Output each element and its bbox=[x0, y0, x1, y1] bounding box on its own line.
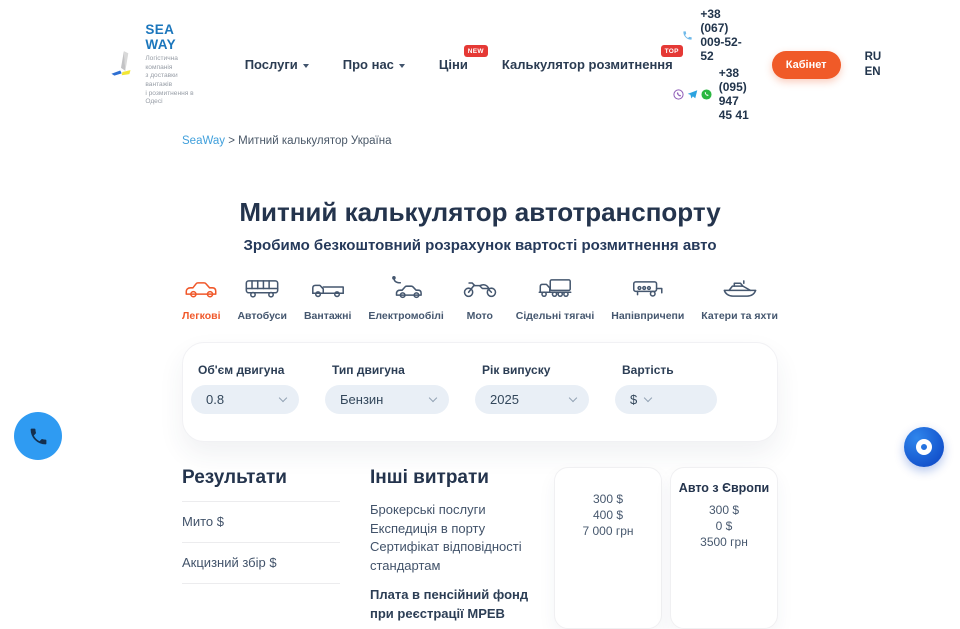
tab-boats-yachts[interactable]: Катери та яхти bbox=[701, 275, 778, 322]
telegram-icon[interactable] bbox=[687, 89, 698, 100]
logo-mark-icon bbox=[110, 45, 136, 85]
chevron-down-icon bbox=[279, 394, 287, 402]
main-nav: Послуги Про нас Ціни NEW Калькулятор роз… bbox=[245, 57, 673, 72]
vehicle-type-tabs: Легкові Автобуси Вантажні Електромобілі bbox=[182, 275, 778, 322]
chat-bubble-icon bbox=[916, 439, 932, 455]
chevron-down-icon bbox=[399, 64, 405, 68]
car-icon bbox=[182, 275, 220, 301]
engine-type-select[interactable]: Бензин bbox=[325, 385, 449, 414]
logo-title: SEA WAY bbox=[145, 22, 194, 52]
field-year: Рік випуску 2025 bbox=[475, 363, 589, 414]
phone-link-1[interactable]: +38 (067) 009-52-52 bbox=[673, 7, 752, 63]
price-card-europe: Авто з Європи 300 $ 0 $ 3500 грн bbox=[670, 467, 778, 629]
year-select[interactable]: 2025 bbox=[475, 385, 589, 414]
chevron-down-icon bbox=[569, 394, 577, 402]
tab-trucks[interactable]: Вантажні bbox=[304, 275, 351, 322]
tab-electric-cars[interactable]: Електромобілі bbox=[368, 275, 444, 322]
electric-car-icon bbox=[387, 275, 425, 301]
phone-icon bbox=[682, 30, 693, 41]
price-value: 7 000 грн bbox=[555, 523, 661, 539]
viber-icon[interactable] bbox=[673, 89, 684, 100]
page-subtitle: Зробимо безкоштовний розрахунок вартості… bbox=[0, 237, 960, 254]
field-engine-type: Тип двигуна Бензин bbox=[325, 363, 449, 414]
whatsapp-icon[interactable] bbox=[701, 89, 712, 100]
tab-buses[interactable]: Автобуси bbox=[237, 275, 287, 322]
lang-en[interactable]: EN bbox=[865, 65, 882, 80]
field-label: Об'єм двигуна bbox=[198, 363, 299, 377]
cost-item: Сертифікат відповідності стандартам bbox=[370, 538, 542, 575]
breadcrumb-current: Митний калькулятор Україна bbox=[238, 135, 391, 147]
results-title: Результати bbox=[182, 467, 340, 489]
price-value: 300 $ bbox=[671, 502, 777, 518]
other-costs-column: Інші витрати Брокерські послуги Експедиц… bbox=[370, 467, 542, 629]
phone-link-2[interactable]: +38 (095) 947 45 41 bbox=[673, 66, 752, 122]
field-label: Тип двигуна bbox=[332, 363, 449, 377]
field-price: Вартість $ bbox=[615, 363, 717, 414]
nav-item-services[interactable]: Послуги bbox=[245, 57, 309, 72]
nav-item-about[interactable]: Про нас bbox=[343, 57, 405, 72]
breadcrumb: SeaWay > Митний калькулятор Україна bbox=[182, 135, 778, 147]
divider bbox=[182, 583, 340, 584]
tab-semi-trucks[interactable]: Сідельні тягачі bbox=[516, 275, 595, 322]
breadcrumb-home-link[interactable]: SeaWay bbox=[182, 135, 225, 147]
motorcycle-icon bbox=[461, 275, 499, 301]
currency-select[interactable]: $ bbox=[615, 385, 717, 414]
results-section: Результати Мито $ Акцизний збір $ Інші в… bbox=[182, 467, 778, 629]
price-value: 400 $ bbox=[555, 507, 661, 523]
logo[interactable]: SEA WAY Логістична компанія з доставки в… bbox=[110, 22, 195, 107]
phone-number: +38 (067) 009-52-52 bbox=[700, 7, 751, 63]
calculator-form: Об'єм двигуна 0.8 Тип двигуна Бензин Рік… bbox=[182, 342, 778, 442]
engine-volume-select[interactable]: 0.8 bbox=[191, 385, 299, 414]
phone-number: +38 (095) 947 45 41 bbox=[719, 66, 752, 122]
logo-subtitle: Логістична компанія з доставки вантажів … bbox=[145, 55, 194, 107]
cost-item: Експедиція в порту bbox=[370, 520, 542, 539]
field-label: Вартість bbox=[622, 363, 717, 377]
cabinet-button[interactable]: Кабінет bbox=[772, 51, 841, 79]
price-value: 3500 грн bbox=[671, 534, 777, 550]
chat-widget-button[interactable] bbox=[904, 427, 944, 467]
trailer-icon bbox=[629, 275, 667, 301]
results-column: Результати Мито $ Акцизний збір $ bbox=[182, 467, 340, 629]
other-costs-title: Інші витрати bbox=[370, 467, 542, 489]
new-badge: NEW bbox=[464, 45, 488, 57]
language-switcher: RU EN bbox=[865, 50, 882, 80]
result-item-duty: Мито $ bbox=[182, 502, 340, 542]
truck-icon bbox=[309, 275, 347, 301]
field-engine-volume: Об'єм двигуна 0.8 bbox=[191, 363, 299, 414]
cost-item-pension-fund: Плата в пенсійний фонд при реєстрації МР… bbox=[370, 586, 542, 623]
header-contacts: +38 (067) 009-52-52 +38 (095) 947 45 41 bbox=[673, 7, 752, 122]
bus-icon bbox=[243, 275, 281, 301]
floating-call-button[interactable] bbox=[14, 412, 62, 460]
result-item-excise: Акцизний збір $ bbox=[182, 543, 340, 583]
header: SEA WAY Логістична компанія з доставки в… bbox=[0, 0, 960, 126]
price-card-title: Авто з Європи bbox=[671, 481, 777, 495]
breadcrumb-separator: > bbox=[228, 135, 235, 147]
chevron-down-icon bbox=[429, 394, 437, 402]
field-label: Рік випуску bbox=[482, 363, 589, 377]
nav-item-prices[interactable]: Ціни NEW bbox=[439, 57, 468, 72]
top-badge: TOP bbox=[661, 45, 683, 57]
chevron-down-icon bbox=[644, 394, 652, 402]
price-value: 0 $ bbox=[671, 518, 777, 534]
price-value: 300 $ bbox=[555, 491, 661, 507]
price-card-current: 300 $ 400 $ 7 000 грн bbox=[554, 467, 662, 629]
nav-item-customs-calculator[interactable]: Калькулятор розмитнення TOP bbox=[502, 57, 673, 72]
phone-icon bbox=[28, 426, 49, 447]
lang-ru[interactable]: RU bbox=[865, 50, 882, 65]
chevron-down-icon bbox=[303, 64, 309, 68]
page-title: Митний калькулятор автотранспорту bbox=[0, 197, 960, 228]
cost-item: Брокерські послуги bbox=[370, 501, 542, 520]
tab-cars[interactable]: Легкові bbox=[182, 275, 220, 322]
tab-semi-trailers[interactable]: Напівпричепи bbox=[611, 275, 684, 322]
tab-moto[interactable]: Мото bbox=[461, 275, 499, 322]
semi-truck-icon bbox=[536, 275, 574, 301]
yacht-icon bbox=[721, 275, 759, 301]
